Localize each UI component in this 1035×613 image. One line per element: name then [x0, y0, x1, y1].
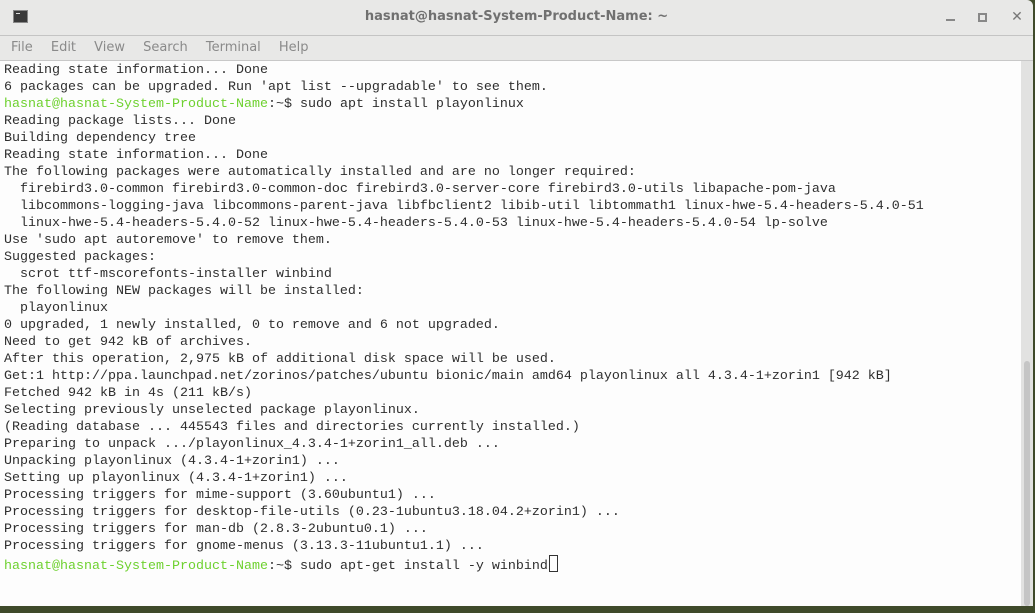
output-line: The following NEW packages will be insta…	[4, 283, 924, 300]
prompt-path: :~$	[267, 559, 292, 574]
output-line: linux-hwe-5.4-headers-5.4.0-52 linux-hwe…	[4, 215, 924, 232]
line-text: After this operation, 2,975 kB of additi…	[4, 352, 556, 367]
output-line: Get:1 http://ppa.launchpad.net/zorinos/p…	[4, 368, 924, 385]
line-text: Setting up playonlinux (4.3.4-1+zorin1) …	[4, 471, 348, 486]
menu-help[interactable]: Help	[279, 36, 309, 55]
menu-edit[interactable]: Edit	[51, 36, 76, 55]
line-text: Processing triggers for mime-support (3.…	[4, 488, 436, 503]
output-line: Selecting previously unselected package …	[4, 402, 924, 419]
output-line: 6 packages can be upgraded. Run 'apt lis…	[4, 79, 924, 96]
line-text: sudo apt-get install -y winbind	[291, 559, 548, 574]
menu-terminal[interactable]: Terminal	[206, 36, 261, 55]
prompt-line: hasnat@hasnat-System-Product-Name:~$ sud…	[4, 555, 924, 575]
menu-file[interactable]: File	[11, 36, 33, 55]
output-line: Fetched 942 kB in 4s (211 kB/s)	[4, 385, 924, 402]
output-line: playonlinux	[4, 300, 924, 317]
line-text: The following packages were automaticall…	[4, 165, 636, 180]
terminal-output[interactable]: Reading state information... Done 6 packa…	[0, 61, 1021, 606]
output-line: Reading state information... Done	[4, 147, 924, 164]
output-line: Reading state information... Done	[4, 62, 924, 79]
text-cursor	[548, 555, 558, 572]
prompt-path: :~$	[267, 97, 292, 112]
line-text: 6 packages can be upgraded. Run 'apt lis…	[4, 80, 548, 95]
line-text: Selecting previously unselected package …	[4, 403, 420, 418]
line-text: Reading state information... Done	[4, 148, 268, 163]
maximize-button[interactable]	[974, 8, 992, 26]
menu-bar: File Edit View Search Terminal Help	[0, 36, 1033, 61]
menu-view[interactable]: View	[94, 36, 125, 55]
line-text: sudo apt install playonlinux	[291, 97, 524, 112]
output-line: Preparing to unpack .../playonlinux_4.3.…	[4, 436, 924, 453]
line-text: Get:1 http://ppa.launchpad.net/zorinos/p…	[4, 369, 892, 384]
terminal-lines: Reading state information... Done 6 packa…	[4, 62, 924, 575]
line-text: firebird3.0-common firebird3.0-common-do…	[4, 182, 836, 197]
output-line: Setting up playonlinux (4.3.4-1+zorin1) …	[4, 470, 924, 487]
line-text: Processing triggers for desktop-file-uti…	[4, 505, 620, 520]
scrollbar[interactable]	[1021, 61, 1033, 606]
output-line: Processing triggers for mime-support (3.…	[4, 487, 924, 504]
output-line: 0 upgraded, 1 newly installed, 0 to remo…	[4, 317, 924, 334]
prompt-user: hasnat@hasnat-System-Product-Name	[4, 559, 268, 574]
line-text: Reading package lists... Done	[4, 114, 236, 129]
close-button[interactable]: ✕	[1008, 8, 1026, 26]
title-bar[interactable]: hasnat@hasnat-System-Product-Name: ~ ✕	[0, 0, 1033, 36]
output-line: Use 'sudo apt autoremove' to remove them…	[4, 232, 924, 249]
line-text: scrot ttf-mscorefonts-installer winbind	[4, 267, 332, 282]
line-text: Reading state information... Done	[4, 63, 268, 78]
line-text: Unpacking playonlinux (4.3.4-1+zorin1) .…	[4, 454, 340, 469]
output-line: Building dependency tree	[4, 130, 924, 147]
line-text: 0 upgraded, 1 newly installed, 0 to remo…	[4, 318, 500, 333]
prompt-user: hasnat@hasnat-System-Product-Name	[4, 97, 268, 112]
line-text: playonlinux	[4, 301, 108, 316]
output-line: Processing triggers for man-db (2.8.3-2u…	[4, 521, 924, 538]
terminal-window: hasnat@hasnat-System-Product-Name: ~ ✕ F…	[0, 0, 1033, 606]
line-text: Processing triggers for gnome-menus (3.1…	[4, 539, 484, 554]
output-line: After this operation, 2,975 kB of additi…	[4, 351, 924, 368]
output-line: scrot ttf-mscorefonts-installer winbind	[4, 266, 924, 283]
output-line: Processing triggers for desktop-file-uti…	[4, 504, 924, 521]
output-line: Processing triggers for gnome-menus (3.1…	[4, 538, 924, 555]
minimize-button[interactable]	[943, 8, 961, 26]
line-text: Preparing to unpack .../playonlinux_4.3.…	[4, 437, 500, 452]
line-text: libcommons-logging-java libcommons-paren…	[4, 199, 924, 214]
line-text: Suggested packages:	[4, 250, 156, 265]
line-text: Processing triggers for man-db (2.8.3-2u…	[4, 522, 428, 537]
output-line: Suggested packages:	[4, 249, 924, 266]
line-text: Use 'sudo apt autoremove' to remove them…	[4, 233, 332, 248]
output-line: Reading package lists... Done	[4, 113, 924, 130]
output-line: firebird3.0-common firebird3.0-common-do…	[4, 181, 924, 198]
output-line: Need to get 942 kB of archives.	[4, 334, 924, 351]
output-line: Unpacking playonlinux (4.3.4-1+zorin1) .…	[4, 453, 924, 470]
output-line: (Reading database ... 445543 files and d…	[4, 419, 924, 436]
scrollbar-thumb[interactable]	[1024, 360, 1030, 606]
line-text: Building dependency tree	[4, 131, 196, 146]
line-text: (Reading database ... 445543 files and d…	[4, 420, 580, 435]
line-text: linux-hwe-5.4-headers-5.4.0-52 linux-hwe…	[4, 216, 828, 231]
line-text: Need to get 942 kB of archives.	[4, 335, 252, 350]
output-line: The following packages were automaticall…	[4, 164, 924, 181]
output-line: libcommons-logging-java libcommons-paren…	[4, 198, 924, 215]
prompt-line: hasnat@hasnat-System-Product-Name:~$ sud…	[4, 96, 924, 113]
window-title: hasnat@hasnat-System-Product-Name: ~	[364, 9, 669, 24]
menu-search[interactable]: Search	[143, 36, 188, 55]
line-text: The following NEW packages will be insta…	[4, 284, 364, 299]
line-text: Fetched 942 kB in 4s (211 kB/s)	[4, 386, 252, 401]
